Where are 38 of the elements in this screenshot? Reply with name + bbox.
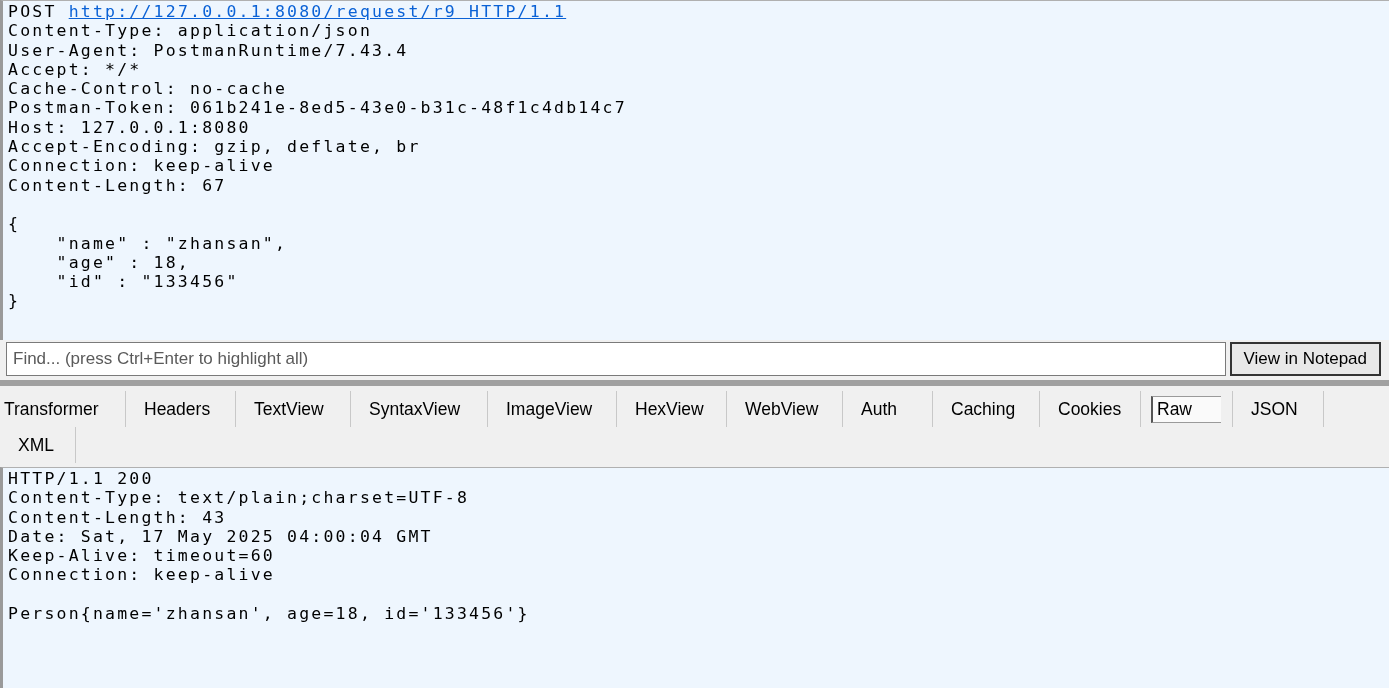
view-in-notepad-button[interactable]: View in Notepad (1229, 342, 1381, 376)
tab[interactable]: TextView (236, 392, 350, 426)
tab[interactable]: Headers (126, 392, 235, 426)
tab[interactable]: WebView (727, 392, 842, 426)
find-field[interactable]: Find... (press Ctrl+Enter to highlight all) (6, 342, 1226, 376)
text-line: "name" : "zhansan", (55, 233, 288, 253)
text-line: Content-Type: application/json (8, 21, 372, 41)
text-line: Postman-Token: 061b241e-8ed5-43e0-b31c-48f1c4db14c7 (8, 98, 627, 118)
tab[interactable]: Caching (933, 392, 1039, 426)
tab[interactable]: Auth (843, 392, 932, 426)
request-url-link[interactable]: http://127.0.0.1:8080/request/r9 HTTP/1.1 (68, 2, 567, 22)
tab[interactable]: Raw (1151, 395, 1221, 423)
tab[interactable]: XML (0, 428, 75, 462)
text-line: } (8, 291, 21, 311)
http-method: POST (8, 2, 58, 22)
text-line: "id" : "133456" (55, 272, 239, 292)
text-line: Cache-Control: no-cache (8, 79, 288, 99)
text-line: "age" : 18, (55, 252, 190, 273)
tab[interactable]: HexView (617, 392, 726, 426)
text-line: HTTP/1.1 200 (8, 469, 154, 489)
text-line: Date: Sat, 17 May 2025 04:00:04 GMT (8, 526, 433, 547)
text-line: Host: 127.0.0.1:8080 (8, 117, 251, 138)
text-line: Accept: */* (8, 59, 142, 80)
tab[interactable]: JSON (1233, 392, 1323, 426)
text-line: Person{name='zhansan', age=18, id='133456'} (8, 604, 530, 624)
tab[interactable]: SyntaxView (351, 392, 487, 426)
tab[interactable]: ImageView (488, 392, 616, 426)
text-line: Content-Length: 43 (8, 507, 227, 527)
text-line: { (8, 214, 21, 234)
text-line: Content-Length: 67 (8, 175, 227, 195)
text-line: User-Agent: PostmanRuntime/7.43.4 (8, 40, 409, 60)
text-line: Connection: keep-alive (8, 156, 275, 176)
tab[interactable]: Cookies (1040, 392, 1140, 426)
text-line: Content-Type: text/plain;charset=UTF-8 (8, 488, 470, 508)
tab[interactable]: Transformer (0, 392, 125, 426)
text-line: Connection: keep-alive (8, 565, 275, 585)
text-line: Accept-Encoding: gzip, deflate, br (8, 137, 421, 157)
text-line: Keep-Alive: timeout=60 (8, 546, 275, 566)
